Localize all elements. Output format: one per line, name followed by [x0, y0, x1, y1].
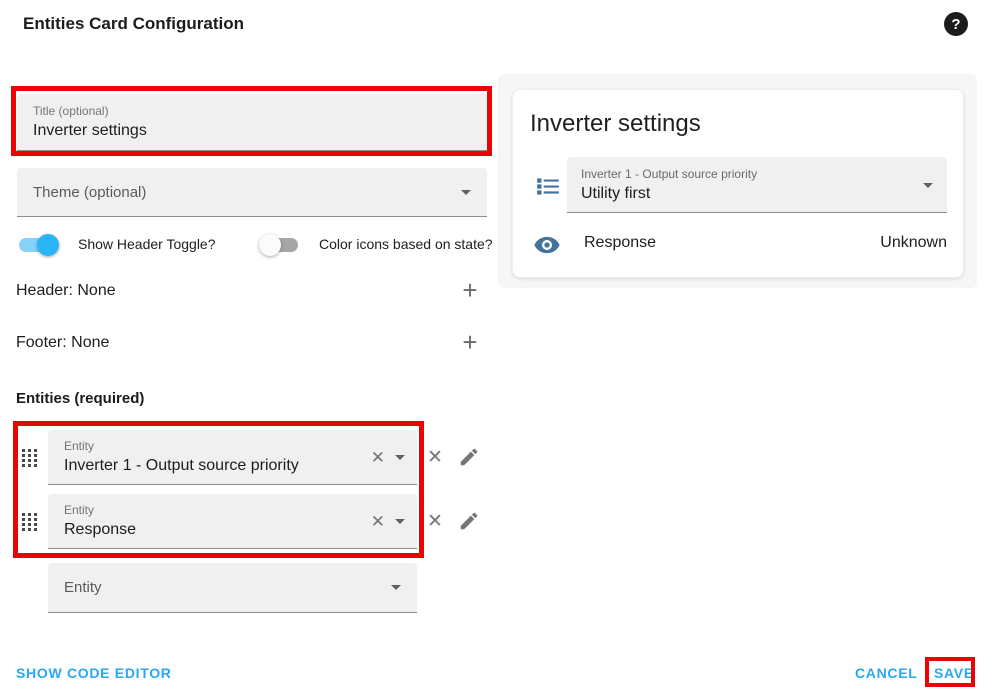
- plus-icon: +: [462, 275, 477, 306]
- toggle-thumb: [37, 234, 59, 256]
- show-header-toggle-label: Show Header Toggle?: [78, 236, 216, 252]
- chevron-down-icon: [391, 585, 401, 590]
- pencil-icon: [458, 446, 480, 468]
- entity-select[interactable]: Entity Response ✕: [48, 494, 417, 549]
- chevron-down-icon: [461, 190, 471, 195]
- clear-entity-button[interactable]: ✕: [371, 449, 385, 466]
- cancel-button[interactable]: CANCEL: [855, 665, 918, 681]
- entities-heading: Entities (required): [16, 390, 144, 407]
- footer-row-label: Footer: None: [16, 334, 109, 352]
- preview-select-label: Inverter 1 - Output source priority: [581, 167, 933, 181]
- entity-select[interactable]: Entity Inverter 1 - Output source priori…: [48, 430, 417, 485]
- eye-icon: [533, 231, 559, 257]
- entity-select-value: Inverter 1 - Output source priority: [64, 456, 401, 476]
- drag-dots-icon: [22, 448, 37, 468]
- preview-state-label: Response: [584, 234, 656, 252]
- edit-entity-button[interactable]: [456, 508, 482, 534]
- format-list-bulleted-icon: [535, 173, 561, 199]
- pencil-icon: [458, 510, 480, 532]
- preview-state-value: Unknown: [880, 234, 947, 252]
- add-entity-select[interactable]: Entity: [48, 563, 417, 613]
- toggle-thumb: [259, 234, 281, 256]
- edit-entity-button[interactable]: [456, 444, 482, 470]
- theme-select[interactable]: Theme (optional): [17, 168, 487, 217]
- color-icons-toggle-label: Color icons based on state?: [319, 236, 493, 252]
- add-header-button[interactable]: +: [456, 276, 484, 304]
- chevron-down-icon: [923, 183, 933, 188]
- color-icons-toggle[interactable]: [259, 233, 303, 257]
- help-button[interactable]: ?: [944, 12, 968, 36]
- remove-entity-button[interactable]: ✕: [422, 444, 448, 470]
- title-input-value: Inverter settings: [33, 121, 471, 141]
- show-code-editor-button[interactable]: SHOW CODE EDITOR: [16, 665, 172, 681]
- entities-card-config-dialog: Entities Card Configuration ? Title (opt…: [0, 0, 987, 691]
- preview-entity-select[interactable]: Inverter 1 - Output source priority Util…: [567, 157, 947, 213]
- chevron-down-icon: [395, 455, 405, 460]
- show-header-toggle[interactable]: [16, 233, 60, 257]
- drag-handle[interactable]: [22, 512, 40, 532]
- dialog-title: Entities Card Configuration: [23, 14, 244, 34]
- entity-select-label: Entity: [64, 439, 401, 453]
- help-icon: ?: [951, 16, 960, 33]
- header-row-label: Header: None: [16, 282, 116, 300]
- close-icon: ✕: [427, 448, 443, 467]
- entity-select-value: Response: [64, 520, 401, 540]
- add-entity-select-label: Entity: [64, 579, 391, 596]
- remove-entity-button[interactable]: ✕: [422, 508, 448, 534]
- save-button[interactable]: SAVE: [934, 665, 974, 681]
- title-input[interactable]: Title (optional) Inverter settings: [17, 94, 487, 151]
- clear-entity-button[interactable]: ✕: [371, 513, 385, 530]
- preview-select-value: Utility first: [581, 184, 933, 204]
- theme-select-label: Theme (optional): [33, 184, 461, 201]
- chevron-down-icon: [395, 519, 405, 524]
- add-footer-button[interactable]: +: [456, 328, 484, 356]
- drag-dots-icon: [22, 512, 37, 532]
- entity-select-label: Entity: [64, 503, 401, 517]
- close-icon: ✕: [427, 512, 443, 531]
- drag-handle[interactable]: [22, 448, 40, 468]
- title-input-label: Title (optional): [33, 104, 471, 118]
- plus-icon: +: [462, 327, 477, 358]
- preview-card-title: Inverter settings: [530, 110, 701, 138]
